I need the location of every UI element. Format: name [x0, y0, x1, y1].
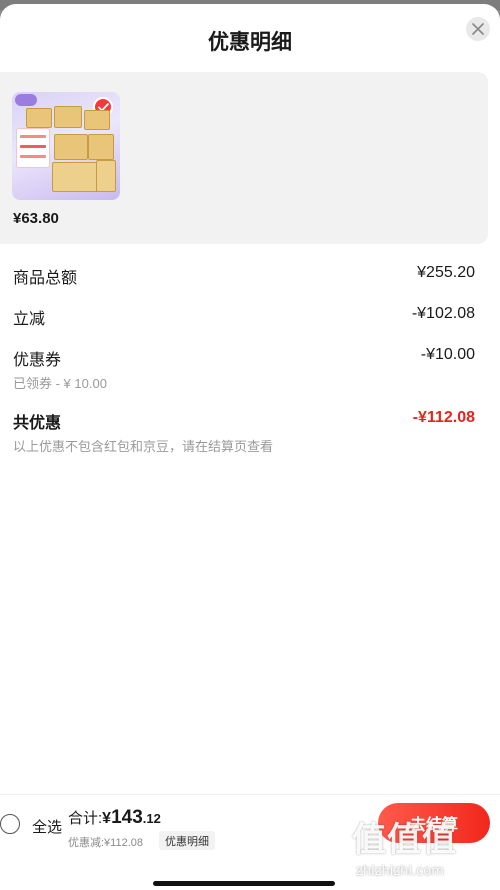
goods-total-value: ¥255.20 [417, 264, 475, 281]
discount-note: 以上优惠不包含红包和京豆，请在结算页查看 [13, 439, 274, 454]
total-amount: 合计:¥143.12 [68, 807, 161, 829]
tissue-box [52, 162, 98, 192]
tissue-box [96, 160, 116, 192]
select-all-radio[interactable] [0, 814, 20, 834]
coupon-label: 优惠券 [13, 352, 62, 369]
home-indicator [153, 881, 335, 886]
total-label: 合计: [68, 810, 103, 827]
coupon-value: -¥10.00 [420, 346, 475, 363]
product-price: ¥63.80 [13, 210, 59, 227]
discount-summary: 优惠减:¥112.08 [68, 837, 144, 849]
total-discount-label: 共优惠 [13, 415, 62, 432]
product-panel: ¥63.80 [0, 72, 488, 244]
promo-badge [16, 128, 50, 168]
brand-logo [15, 94, 37, 106]
tissue-pack [84, 110, 110, 130]
select-all-label[interactable]: 全选 [32, 816, 62, 837]
bottom-bar: 全选 合计:¥143.12 优惠减:¥112.08 优惠明细 去结算 [0, 794, 500, 890]
close-button[interactable] [466, 17, 490, 41]
checkout-button[interactable]: 去结算 [378, 803, 490, 843]
tissue-pack [54, 134, 88, 160]
tissue-pack [26, 108, 52, 128]
tissue-pack [88, 134, 114, 160]
close-icon [472, 23, 484, 35]
discount-detail-sheet: 优惠明细 ¥63.80 商品总额 ¥255.20 立减 -¥102.08 优惠券… [0, 4, 500, 890]
total-discount-value: -¥112.08 [412, 409, 475, 426]
sheet-title: 优惠明细 [208, 31, 292, 54]
product-thumbnail[interactable] [12, 92, 120, 200]
tissue-pack [54, 106, 82, 128]
total-currency: ¥ [102, 810, 112, 827]
total-decimal: .12 [142, 811, 161, 826]
coupon-sub-text: 已领券 - ¥ 10.00 [13, 376, 107, 391]
goods-total-label: 商品总额 [13, 270, 78, 287]
instant-discount-label: 立减 [13, 311, 46, 328]
instant-discount-value: -¥102.08 [411, 305, 475, 322]
discount-detail-button[interactable]: 优惠明细 [159, 831, 215, 850]
total-integer: 143 [111, 807, 143, 828]
